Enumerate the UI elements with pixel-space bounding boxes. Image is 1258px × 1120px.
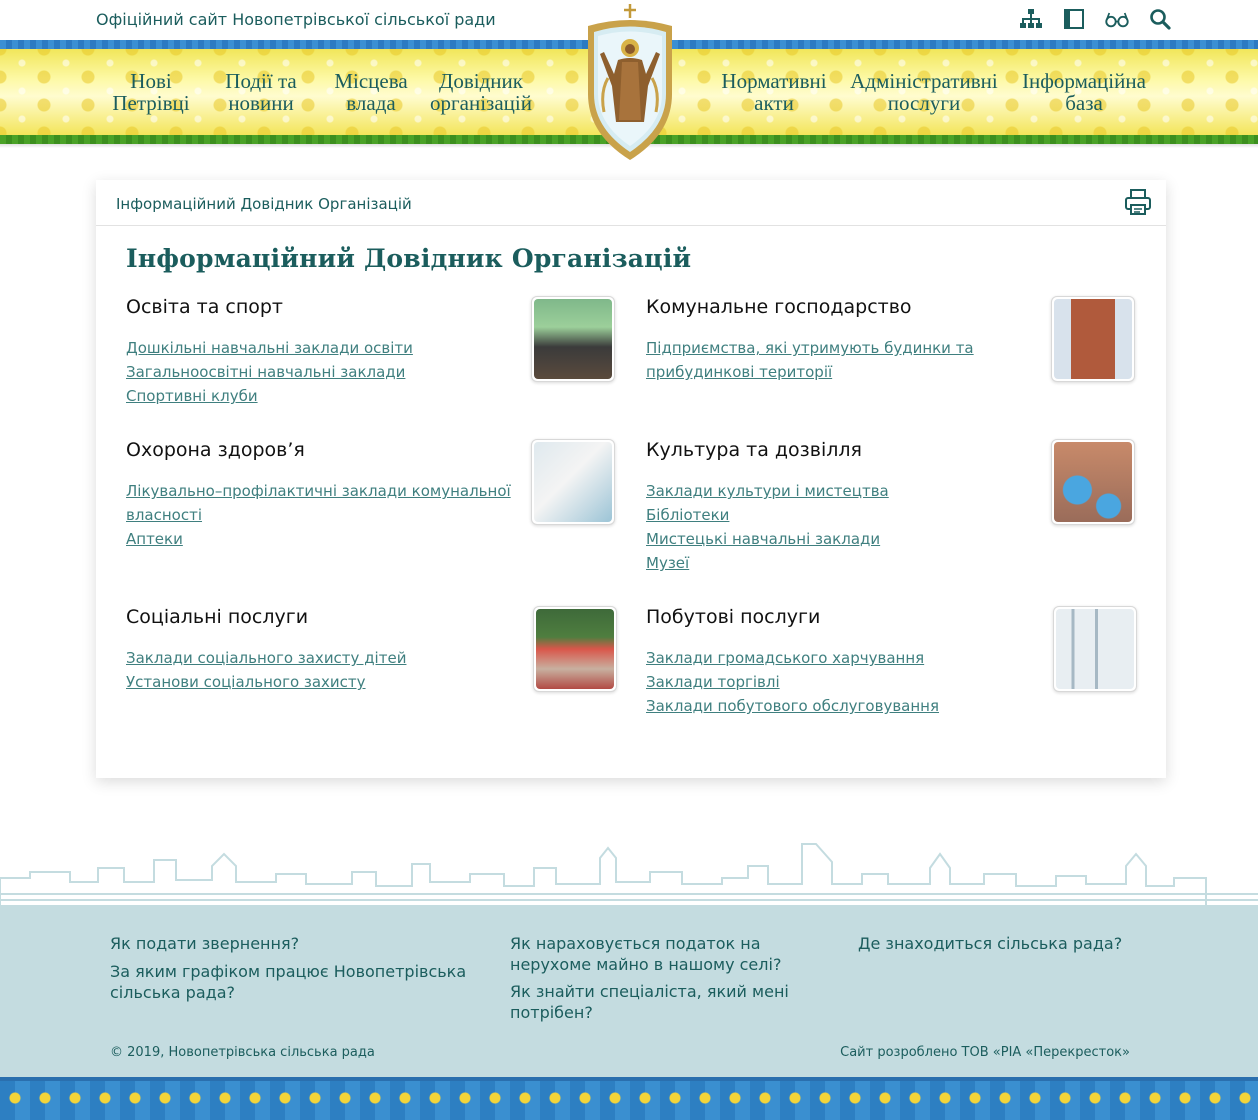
list-item: Заклади побутового обслуговування [646,694,1036,718]
site-title: Офіційний сайт Новопетрівської сільської… [96,10,496,29]
sitemap-icon[interactable] [1019,6,1043,32]
nav-label: організацій [430,91,532,115]
search-icon[interactable] [1148,6,1172,32]
footer: Як подати звернення? За яким графіком пр… [0,905,1258,1077]
nav-label: база [1065,91,1103,115]
section-link[interactable]: Заклади громадського харчування [646,649,924,667]
faq-link[interactable]: Як нараховується податок на нерухоме май… [510,933,840,975]
section-link[interactable]: Заклади культури і мистецтва [646,482,889,500]
nav-item-normative-acts[interactable]: Нормативні акти [714,70,834,114]
faq-link[interactable]: За яким графіком працює Новопетрівська с… [110,961,470,1003]
faq-link[interactable]: Де знаходиться сільська рада? [858,933,1158,954]
coat-of-arms-emblem[interactable] [578,2,682,164]
glasses-icon[interactable] [1105,6,1129,32]
section-links: Лікувально–профілактичні заклади комунал… [126,479,516,551]
section-link[interactable]: Заклади торгівлі [646,673,780,691]
cafe-image [1056,609,1134,689]
section-image-utilities[interactable] [1051,296,1135,382]
building-image [1054,299,1132,379]
breadcrumb: Інформаційний Довідник Організацій [116,195,412,213]
section-link[interactable]: Загальноосвітні навчальні заклади [126,363,405,381]
layout-icon[interactable] [1062,6,1086,32]
section-image-culture[interactable] [1051,439,1135,525]
section-image-household[interactable] [1053,606,1137,692]
nav-item-local-government[interactable]: Місцева влада [324,70,418,114]
list-item: Дошкільні навчальні заклади освіти [126,336,516,360]
section-image-education[interactable] [531,296,615,382]
top-icons [1019,6,1172,32]
nav-item-novi-petrivtsi[interactable]: Нові Петрівці [104,70,198,114]
list-item: Аптеки [126,527,516,551]
list-item: Спортивні клуби [126,384,516,408]
section-link[interactable]: Установи соціального захисту [126,673,366,691]
section-link[interactable]: Аптеки [126,530,183,548]
list-item: Бібліотеки [646,503,1036,527]
nurse-image [534,442,612,522]
bottom-ornament-band [0,1077,1258,1120]
list-item: Заклади культури і мистецтва [646,479,1036,503]
nav-label: Адміністративні [850,69,998,93]
nav-item-news[interactable]: Події та новини [214,70,308,114]
section-link[interactable]: Бібліотеки [646,506,729,524]
section-link[interactable]: Заклади побутового обслуговування [646,697,939,715]
classroom-image [534,299,612,379]
list-item: Лікувально–профілактичні заклади комунал… [126,479,516,527]
list-item: Установи соціального захисту [126,670,516,694]
gathering-image [536,609,614,689]
nav-item-directory[interactable]: Довідник організацій [424,70,538,114]
nav-label: Інформаційна [1022,69,1146,93]
nav-item-info-base[interactable]: Інформаційна база [1014,70,1154,114]
crowd-image [1054,442,1132,522]
section-image-healthcare[interactable] [531,439,615,525]
developer-credit[interactable]: Сайт розроблено ТОВ «РІА «Перекресток» [840,1045,1130,1060]
section-link[interactable]: Лікувально–профілактичні заклади комунал… [126,482,511,524]
copyright: © 2019, Новопетрівська сільська рада [110,1045,375,1060]
list-item: Підприємства, які утримують будинки та п… [646,336,1036,384]
list-item: Заклади соціального захисту дітей [126,646,516,670]
faq-link[interactable]: Як подати звернення? [110,933,470,954]
nav-label: Нові [130,69,172,93]
section-links: Заклади громадського харчування Заклади … [646,646,1036,718]
list-item: Заклади торгівлі [646,670,1036,694]
nav-label: новини [228,91,294,115]
nav-label: Петрівці [112,91,190,115]
card-header: Інформаційний Довідник Організацій [96,180,1166,226]
nav-label: влада [346,91,396,115]
section-link[interactable]: Музеї [646,554,689,572]
nav-label: акти [754,91,794,115]
section-link[interactable]: Підприємства, які утримують будинки та п… [646,339,974,381]
section-image-social[interactable] [533,606,617,692]
nav-label: Події та [225,69,297,93]
section-link[interactable]: Спортивні клуби [126,387,258,405]
section-links: Підприємства, які утримують будинки та п… [646,336,1036,384]
list-item: Музеї [646,551,1036,575]
nav-label: Місцева [334,69,408,93]
faq-link[interactable]: Як знайти спеціаліста, який мені потрібе… [510,981,840,1023]
list-item: Заклади громадського харчування [646,646,1036,670]
section-link[interactable]: Мистецькі навчальні заклади [646,530,880,548]
nav-label: Нормативні [721,69,827,93]
section-links: Дошкільні навчальні заклади освіти Загал… [126,336,516,408]
city-skyline-decoration [0,843,1258,906]
list-item: Мистецькі навчальні заклади [646,527,1036,551]
nav-label: Довідник [439,69,523,93]
section-link[interactable]: Заклади соціального захисту дітей [126,649,406,667]
section-links: Заклади соціального захисту дітей Устано… [126,646,516,694]
section-link[interactable]: Дошкільні навчальні заклади освіти [126,339,413,357]
print-icon[interactable] [1124,188,1152,216]
content-card: Інформаційний Довідник Організацій Інфор… [96,180,1166,778]
section-links: Заклади культури і мистецтва Бібліотеки … [646,479,1036,575]
nav-label: послуги [887,91,961,115]
list-item: Загальноосвітні навчальні заклади [126,360,516,384]
nav-item-admin-services[interactable]: Адміністративні послуги [846,70,1002,114]
page-title: Інформаційний Довідник Організацій [126,244,692,273]
